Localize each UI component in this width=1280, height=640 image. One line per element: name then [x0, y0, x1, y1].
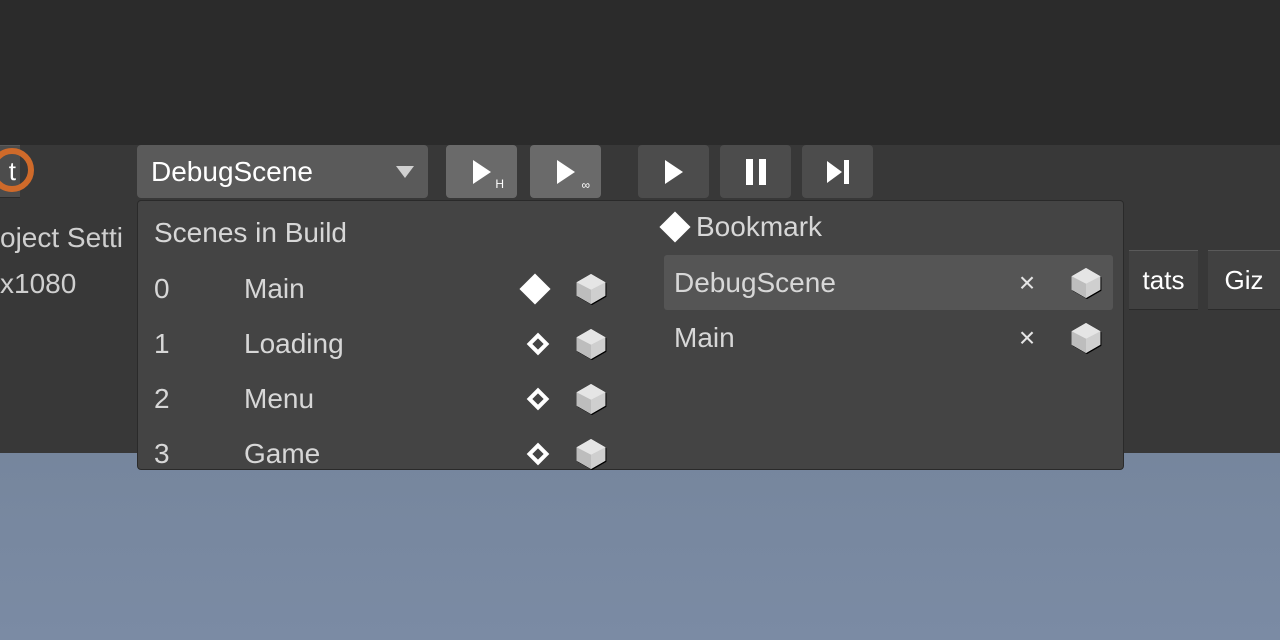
unity-icon	[574, 327, 608, 361]
bookmark-title: Bookmark	[664, 211, 1113, 243]
scene-selector-value: DebugScene	[151, 156, 313, 188]
open-scene-button[interactable]	[574, 327, 608, 361]
open-scene-button[interactable]	[1069, 321, 1103, 355]
open-scene-button[interactable]	[1069, 266, 1103, 300]
pause-icon	[746, 159, 766, 185]
close-icon: ×	[1019, 267, 1035, 298]
scene-row[interactable]: 0 Main	[154, 261, 612, 316]
open-scene-button[interactable]	[574, 437, 608, 471]
scenes-in-build-column: Scenes in Build 0 Main 1 Loading 2 Menu	[138, 201, 628, 469]
bookmark-filled-icon[interactable]	[519, 273, 550, 304]
scene-name: Game	[244, 438, 520, 470]
scene-name: Loading	[244, 328, 520, 360]
bookmark-row[interactable]: DebugScene ×	[664, 255, 1113, 310]
bookmark-name: DebugScene	[674, 267, 1007, 299]
scene-index: 0	[154, 273, 244, 305]
step-icon	[827, 160, 849, 184]
bookmark-outline-icon[interactable]	[527, 442, 550, 465]
chevron-down-icon	[396, 166, 414, 178]
bookmark-row[interactable]: Main ×	[664, 310, 1113, 365]
play-button[interactable]	[638, 145, 709, 198]
gizmos-label: Giz	[1225, 265, 1264, 296]
scene-row[interactable]: 3 Game	[154, 426, 612, 481]
bookmark-column: Bookmark DebugScene × Main ×	[648, 201, 1123, 469]
scene-name: Main	[244, 273, 514, 305]
play-special-button-2[interactable]: ∞	[530, 145, 601, 198]
bookmark-name: Main	[674, 322, 1007, 354]
unity-icon	[1069, 321, 1103, 355]
open-scene-button[interactable]	[574, 382, 608, 416]
scene-index: 1	[154, 328, 244, 360]
resolution-label-truncated: x1080	[0, 268, 76, 300]
play-icon	[665, 160, 683, 184]
scene-selector-panel: Scenes in Build 0 Main 1 Loading 2 Menu	[137, 200, 1124, 470]
play-special-button-1[interactable]: H	[446, 145, 517, 198]
close-icon: ×	[1019, 322, 1035, 353]
scene-row[interactable]: 2 Menu	[154, 371, 612, 426]
scene-selector-dropdown[interactable]: DebugScene	[137, 145, 428, 198]
play-icon	[473, 160, 491, 184]
project-settings-label-truncated: oject Setti	[0, 222, 123, 254]
step-button[interactable]	[802, 145, 873, 198]
bookmark-outline-icon[interactable]	[527, 332, 550, 355]
remove-bookmark-button[interactable]: ×	[1007, 322, 1047, 354]
stats-label: tats	[1143, 265, 1185, 296]
bookmark-outline-icon[interactable]	[527, 387, 550, 410]
unity-icon	[574, 272, 608, 306]
gizmos-button-truncated[interactable]: Giz	[1208, 250, 1280, 310]
scene-index: 3	[154, 438, 244, 470]
scene-name: Menu	[244, 383, 520, 415]
unity-icon	[574, 437, 608, 471]
editor-top-area	[0, 0, 1280, 145]
scene-index: 2	[154, 383, 244, 415]
play-icon	[557, 160, 575, 184]
pause-button[interactable]	[720, 145, 791, 198]
bookmark-filled-icon	[659, 211, 690, 242]
unity-icon	[1069, 266, 1103, 300]
scenes-in-build-title: Scenes in Build	[154, 217, 612, 249]
scene-viewport[interactable]	[0, 453, 1280, 640]
open-scene-button[interactable]	[574, 272, 608, 306]
stats-button-truncated[interactable]: tats	[1129, 250, 1198, 310]
bookmark-title-label: Bookmark	[696, 211, 822, 243]
unity-icon	[574, 382, 608, 416]
remove-bookmark-button[interactable]: ×	[1007, 267, 1047, 299]
scene-row[interactable]: 1 Loading	[154, 316, 612, 371]
